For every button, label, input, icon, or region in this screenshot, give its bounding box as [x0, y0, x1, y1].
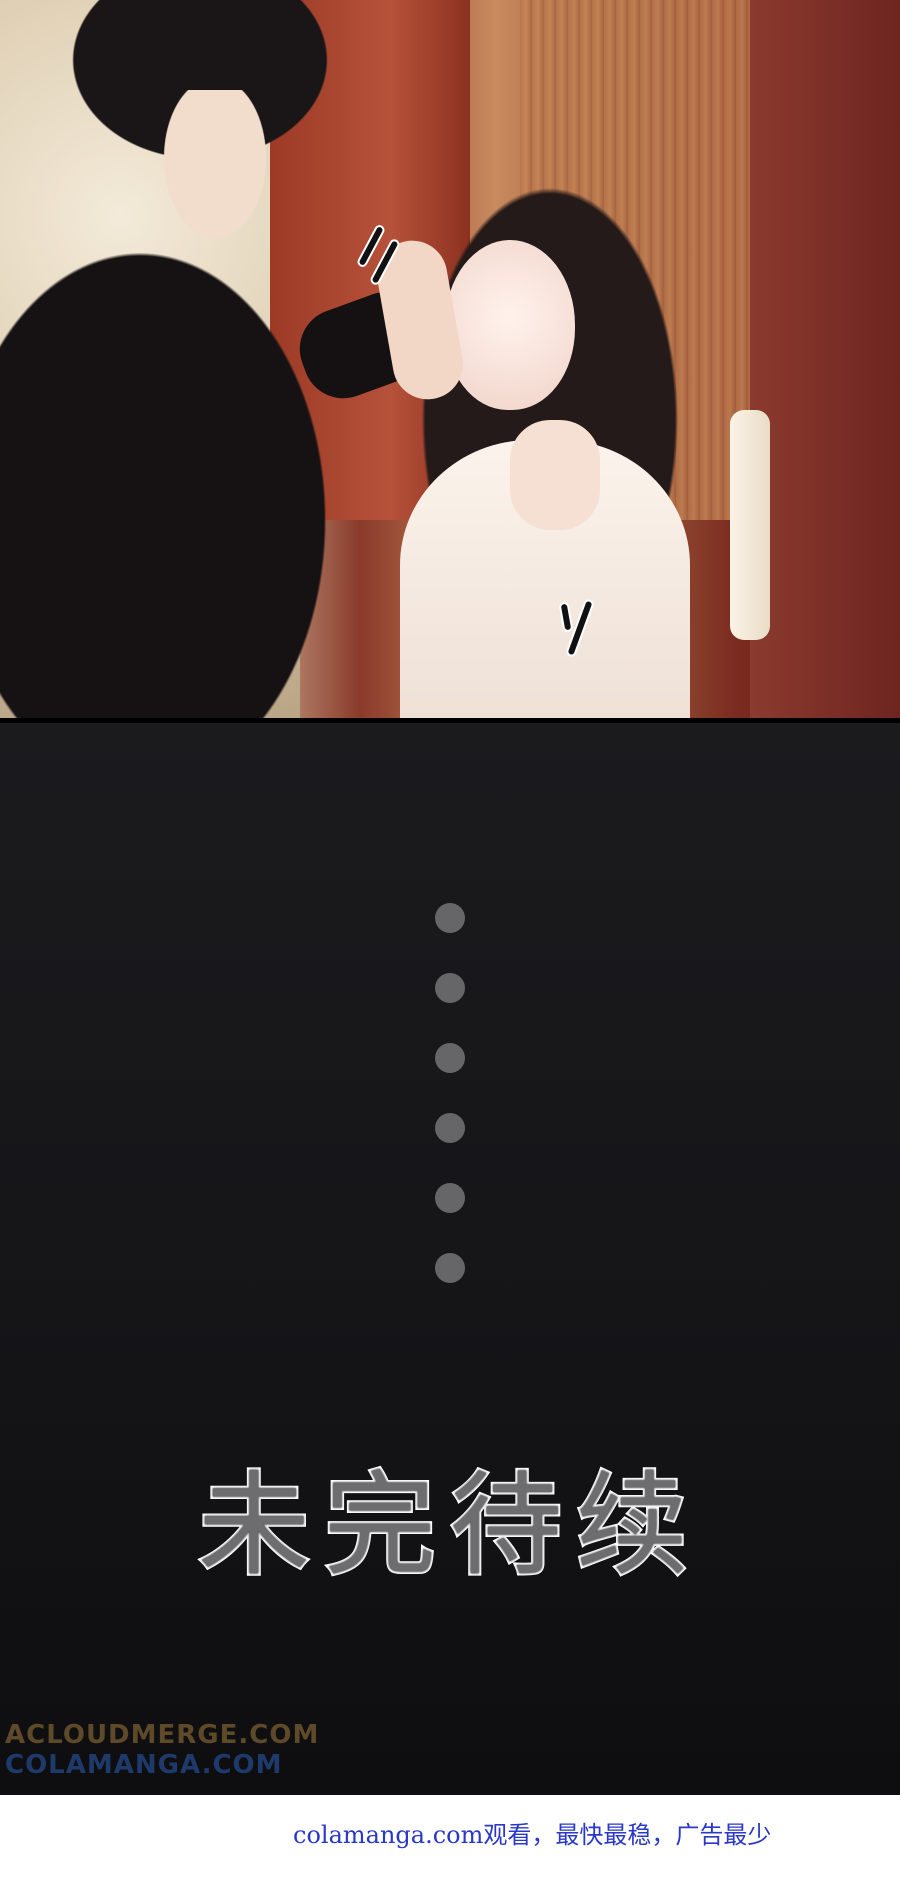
ellipsis-dot — [435, 903, 465, 933]
watermark-line-1: ACLOUDMERGE.COM — [5, 1720, 320, 1750]
watermark: ACLOUDMERGE.COM COLAMANGA.COM — [5, 1720, 319, 1780]
red-wall — [750, 0, 900, 718]
sfx-mark-right — [555, 600, 595, 670]
girl-hand — [510, 420, 600, 530]
footer-link[interactable]: colamanga.com观看，最快最稳，广告最少 — [293, 1815, 771, 1850]
man-neck — [150, 90, 280, 260]
footer-bar: colamanga.com观看，最快最稳，广告最少 — [0, 1795, 900, 1881]
sfx-mark-left — [358, 225, 400, 295]
girl-face — [445, 240, 575, 410]
ellipsis-dot — [435, 973, 465, 1003]
ellipsis-dot — [435, 1043, 465, 1073]
chair — [730, 410, 770, 640]
ellipsis-dot — [435, 1113, 465, 1143]
comic-photo-panel — [0, 0, 900, 718]
ellipsis-dot — [435, 1183, 465, 1213]
ending-title: 未完待续 — [196, 1461, 702, 1591]
ellipsis-dot — [435, 1253, 465, 1283]
watermark-line-2: COLAMANGA.COM — [5, 1750, 283, 1780]
